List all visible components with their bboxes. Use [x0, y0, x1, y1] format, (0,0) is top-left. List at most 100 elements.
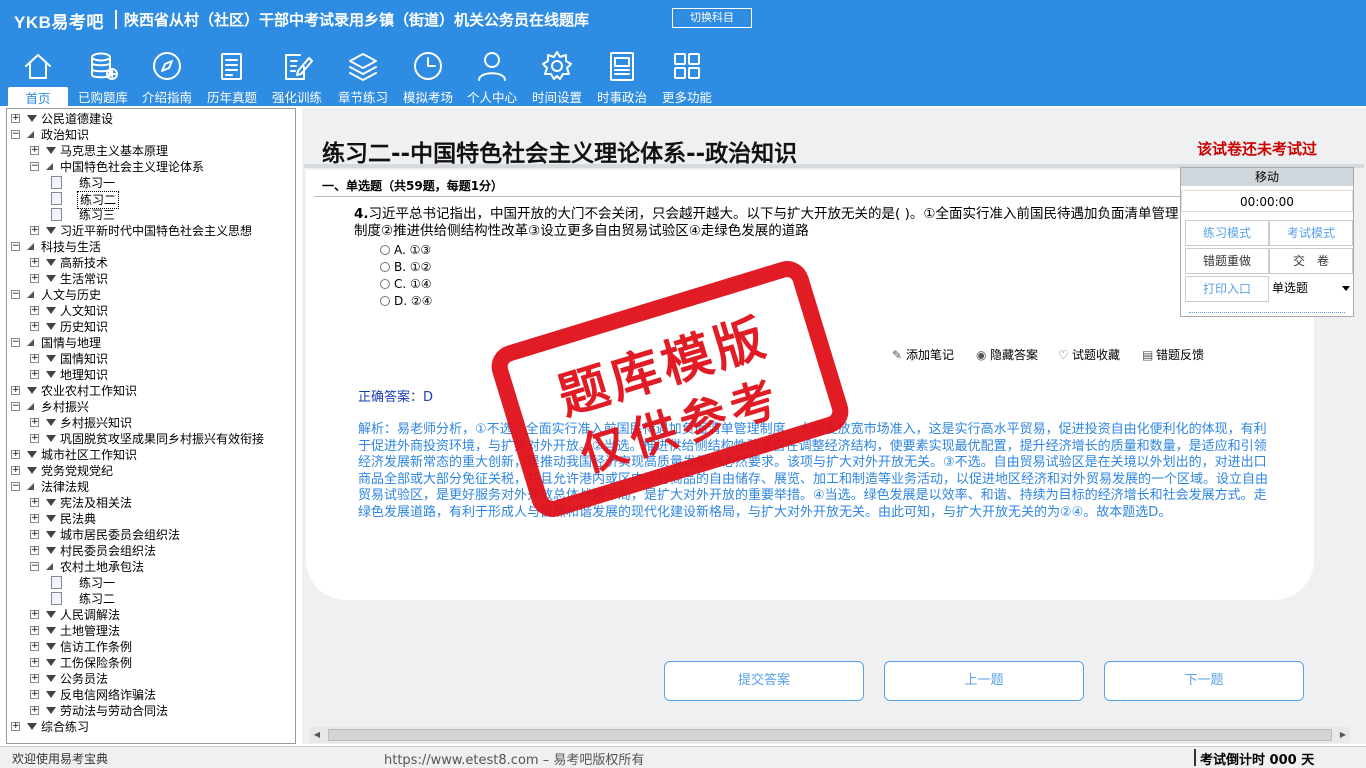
tree-item[interactable]: − 人文与历史 [7, 287, 295, 303]
tree-item[interactable]: − 政治知识 [7, 127, 295, 143]
tool-button[interactable]: ◉ 隐藏答案 [976, 346, 1038, 363]
nav-item-8[interactable]: 时间设置 [526, 46, 588, 105]
tree-item[interactable]: + 马克思主义基本原理 [7, 143, 295, 159]
expand-icon[interactable]: + [11, 466, 20, 475]
tree-item[interactable]: + 城市社区工作知识 [7, 447, 295, 463]
practice-mode-button[interactable]: 练习模式 [1185, 220, 1269, 246]
option-item[interactable]: B. ①② [380, 259, 431, 276]
expand-icon[interactable]: + [30, 642, 39, 651]
tree-item[interactable]: + 生活常识 [7, 271, 295, 287]
expand-icon[interactable]: + [30, 306, 39, 315]
nav-item-1[interactable]: 已购题库 [72, 46, 134, 105]
collapse-icon[interactable]: − [11, 242, 20, 251]
tree-item[interactable]: 练习二 [7, 591, 295, 607]
expand-icon[interactable]: + [30, 498, 39, 507]
expand-icon[interactable]: + [30, 706, 39, 715]
tree-item[interactable]: + 反电信网络诈骗法 [7, 687, 295, 703]
nav-item-5[interactable]: 章节练习 [332, 46, 394, 105]
option-item[interactable]: C. ①④ [380, 276, 432, 293]
tree-item[interactable]: 练习一 [7, 175, 295, 191]
collapse-icon[interactable]: − [30, 162, 39, 171]
expand-icon[interactable]: + [11, 450, 20, 459]
expand-icon[interactable]: + [30, 690, 39, 699]
tree-item[interactable]: + 土地管理法 [7, 623, 295, 639]
tree-item[interactable]: 练习一 [7, 575, 295, 591]
nav-item-7[interactable]: 个人中心 [461, 46, 523, 105]
expand-icon[interactable]: + [30, 674, 39, 683]
prev-question-button[interactable]: 上一题 [884, 661, 1084, 701]
expand-icon[interactable]: + [11, 114, 20, 123]
collapse-icon[interactable]: − [11, 130, 20, 139]
tree-item[interactable]: + 公务员法 [7, 671, 295, 687]
next-question-button[interactable]: 下一题 [1104, 661, 1304, 701]
tree-item[interactable]: 练习三 [7, 207, 295, 223]
nav-item-3[interactable]: 历年真题 [200, 46, 264, 105]
tree-item[interactable]: + 农业农村工作知识 [7, 383, 295, 399]
tree-item[interactable]: − 法律法规 [7, 479, 295, 495]
submit-paper-button[interactable]: 交 卷 [1269, 248, 1353, 274]
tree-item[interactable]: + 人民调解法 [7, 607, 295, 623]
nav-item-0[interactable]: 首页 [8, 46, 68, 108]
radio-icon[interactable] [380, 296, 390, 306]
expand-icon[interactable]: + [30, 418, 39, 427]
collapse-icon[interactable]: − [11, 402, 20, 411]
expand-icon[interactable]: + [30, 258, 39, 267]
expand-icon[interactable]: + [30, 626, 39, 635]
tree-item[interactable]: + 劳动法与劳动合同法 [7, 703, 295, 719]
move-handle[interactable]: 移动 [1181, 168, 1353, 186]
nav-item-2[interactable]: 介绍指南 [136, 46, 198, 105]
nav-item-9[interactable]: 时事政治 [591, 46, 653, 105]
expand-icon[interactable]: + [30, 322, 39, 331]
expand-icon[interactable]: + [30, 658, 39, 667]
expand-icon[interactable]: + [30, 226, 39, 235]
tree-item[interactable]: − 科技与生活 [7, 239, 295, 255]
tree-item[interactable]: + 人文知识 [7, 303, 295, 319]
tree-item[interactable]: + 地理知识 [7, 367, 295, 383]
tree-item[interactable]: + 高新技术 [7, 255, 295, 271]
tree-item[interactable]: − 乡村振兴 [7, 399, 295, 415]
expand-icon[interactable]: + [30, 610, 39, 619]
tree-item[interactable]: + 巩固脱贫攻坚成果同乡村振兴有效衔接 [7, 431, 295, 447]
tree-item[interactable]: 练习二 [7, 191, 295, 209]
nav-item-4[interactable]: 强化训练 [266, 46, 328, 105]
tree-item[interactable]: + 村民委员会组织法 [7, 543, 295, 559]
collapse-icon[interactable]: − [11, 290, 20, 299]
tree-item[interactable]: + 综合练习 [7, 719, 295, 735]
nav-item-6[interactable]: 模拟考场 [397, 46, 459, 105]
expand-icon[interactable]: + [11, 722, 20, 731]
tree-item[interactable]: − 国情与地理 [7, 335, 295, 351]
redo-wrong-button[interactable]: 错题重做 [1185, 248, 1269, 274]
question-type-select[interactable]: 单选题 [1269, 276, 1353, 300]
tree-item[interactable]: + 宪法及相关法 [7, 495, 295, 511]
tree-item[interactable]: − 农村土地承包法 [7, 559, 295, 575]
expand-icon[interactable]: + [30, 546, 39, 555]
tool-button[interactable]: ✎ 添加笔记 [892, 346, 954, 363]
tree-item[interactable]: − 中国特色社会主义理论体系 [7, 159, 295, 175]
tool-button[interactable]: ♡ 试题收藏 [1058, 346, 1120, 363]
tree-item[interactable]: + 民法典 [7, 511, 295, 527]
expand-icon[interactable]: + [30, 434, 39, 443]
radio-icon[interactable] [380, 262, 390, 272]
submit-answer-button[interactable]: 提交答案 [664, 661, 864, 701]
tree-item[interactable]: + 城市居民委员会组织法 [7, 527, 295, 543]
scroll-right-icon[interactable]: ▶ [1338, 729, 1348, 741]
collapse-icon[interactable]: − [11, 338, 20, 347]
tree-item[interactable]: + 历史知识 [7, 319, 295, 335]
expand-icon[interactable]: + [11, 386, 20, 395]
scroll-left-icon[interactable]: ◀ [312, 729, 322, 741]
scrollbar-thumb[interactable] [328, 729, 1332, 741]
expand-icon[interactable]: + [30, 514, 39, 523]
expand-icon[interactable]: + [30, 274, 39, 283]
expand-icon[interactable]: + [30, 146, 39, 155]
option-item[interactable]: D. ②④ [380, 293, 432, 310]
tree-item[interactable]: + 工伤保险条例 [7, 655, 295, 671]
tree-item[interactable]: + 习近平新时代中国特色社会主义思想 [7, 223, 295, 239]
expand-icon[interactable]: + [30, 370, 39, 379]
tree-item[interactable]: + 党务党规党纪 [7, 463, 295, 479]
expand-icon[interactable]: + [30, 354, 39, 363]
horizontal-scrollbar[interactable]: ◀ ▶ [310, 727, 1350, 743]
tree-item[interactable]: + 乡村振兴知识 [7, 415, 295, 431]
collapse-icon[interactable]: − [11, 482, 20, 491]
radio-icon[interactable] [380, 245, 390, 255]
option-item[interactable]: A. ①③ [380, 242, 431, 259]
